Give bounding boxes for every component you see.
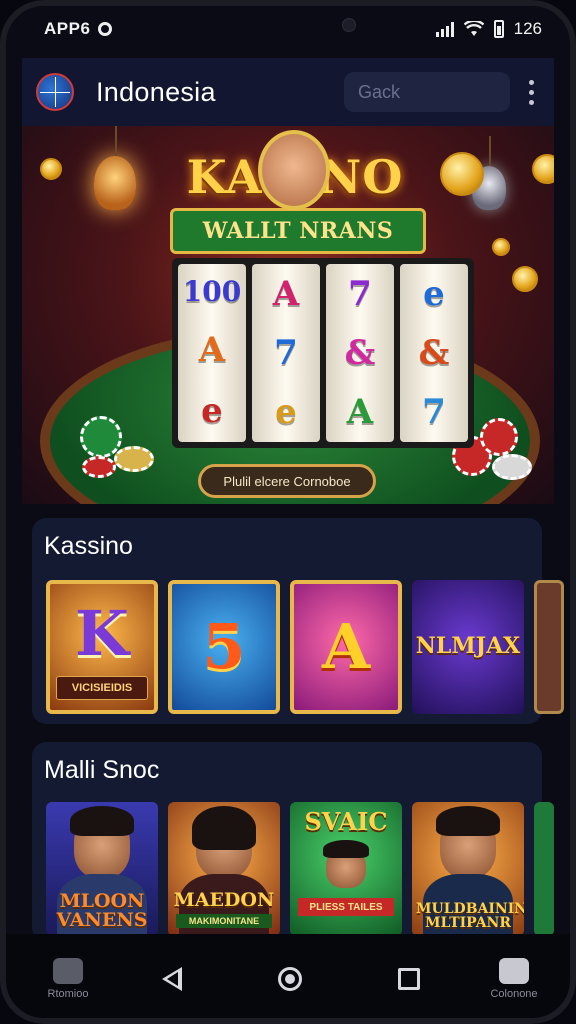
reel-symbol: e [201,391,223,432]
back-icon[interactable] [162,967,182,991]
reel-symbol: A [272,273,300,314]
character-portrait [436,806,500,878]
chip-decoration [480,418,518,456]
reel-symbol: 7 [348,273,372,314]
notification-icon [98,22,113,36]
globe-icon[interactable] [36,73,74,111]
tile-label: K [75,597,129,670]
front-camera [342,18,356,32]
nav-right[interactable]: Colonone [482,958,546,1000]
coin-decoration [512,266,538,292]
tile-caption: VICISIEIDIS [56,676,148,700]
status-right: 126 [435,19,542,39]
game-tile-row: MLOON VANENS MAEDON MAKIMONITANE SVAIC P… [46,802,554,936]
game-tile[interactable]: K VICISIEIDIS [46,580,158,714]
chip-decoration [82,456,116,478]
lamp-decoration [94,126,136,210]
status-app-label: APP6 [44,19,91,38]
status-time: 126 [513,19,542,38]
signal-icon [435,21,454,37]
tile-label: 5 [202,610,246,683]
home-icon[interactable] [278,967,302,991]
hero-cta-button[interactable]: Plulil elcere Cornoboe [198,464,376,498]
wallet-icon[interactable] [499,958,529,984]
system-nav-bar: Rtomioo Colonone [0,934,576,1024]
game-tile[interactable]: NLMJAX [412,580,524,714]
tile-subcaption: MAKIMONITANE [176,914,272,928]
slot-reel: e & 7 [400,264,468,442]
game-tile[interactable]: 5 [168,580,280,714]
nav-center-group [162,967,420,991]
character-portrait [323,840,369,888]
nav-left[interactable]: Rtomioo [36,958,100,1000]
chip-decoration [114,446,154,472]
reel-symbol: A [346,392,374,433]
section-title: Kassino [44,532,133,560]
game-tile[interactable]: A [290,580,402,714]
tile-label: A [321,610,371,683]
game-tile[interactable]: MLOON VANENS [46,802,158,936]
app-bar: Indonesia Gack [22,58,554,126]
reel-symbol: e [275,392,297,433]
coin-decoration [532,154,554,184]
wifi-icon [463,21,484,36]
section-malli-snoc: Malli Snoc MLOON VANENS MAEDON MAKIMONIT… [32,742,554,942]
mascot-face [258,130,330,210]
slot-reel: 7 & A [326,264,394,442]
slot-reels: 100 A e A 7 e 7 & A e & 7 [172,258,474,448]
chip-decoration [492,454,532,480]
more-menu-icon[interactable] [528,79,534,105]
game-tile[interactable]: SVAIC PLIESS TAILES [290,802,402,936]
app-title: Indonesia [96,76,216,107]
recent-apps-icon[interactable] [398,968,420,990]
status-bar: APP6 126 [0,0,576,58]
character-portrait [70,806,134,878]
game-tile-partial[interactable] [534,802,554,936]
nav-left-label: Rtomioo [47,988,89,1000]
tile-caption: SVAIC [304,807,388,836]
battery-icon [493,20,504,38]
coin-decoration [40,158,62,180]
game-tile-row: K VICISIEIDIS 5 A NLMJAX [46,580,564,714]
character-portrait [192,806,256,878]
games-icon[interactable] [53,958,83,984]
search-input[interactable]: Gack [344,72,510,112]
reel-symbol: A [198,329,226,370]
coin-decoration [492,238,510,256]
reel-symbol: 7 [422,392,446,433]
tile-caption: MULDBAININ MLTIPANR [416,901,524,931]
status-left: APP6 [44,19,113,39]
logo-subtitle-banner: WALLT NRANS [170,208,426,254]
reel-symbol: 100 [182,274,242,308]
slot-reel: A 7 e [252,264,320,442]
phone-screen: APP6 126 Indonesia Gack WALLT NRANS 100 … [0,0,576,1024]
reel-symbol: 7 [274,332,298,373]
reel-symbol: & [344,332,376,373]
section-title: Malli Snoc [44,756,160,784]
hero-banner[interactable]: WALLT NRANS KASINO 100 A e A 7 e 7 & A e… [22,126,554,504]
reel-symbol: e [423,273,445,314]
tile-caption: MAEDON [173,889,275,911]
game-tile-partial[interactable] [534,580,564,714]
tile-label: NLMJAX [415,633,521,660]
section-kassino: Kassino K VICISIEIDIS 5 A NLMJAX [32,518,564,724]
tile-subcaption: PLIESS TAILES [298,898,394,916]
tile-caption: MLOON VANENS [56,890,148,931]
game-tile[interactable]: MULDBAININ MLTIPANR [412,802,524,936]
coin-decoration [440,152,484,196]
hero-subtitle: WALLT NRANS [202,218,394,244]
nav-right-label: Colonone [490,988,538,1000]
slot-reel: 100 A e [178,264,246,442]
reel-symbol: & [418,332,450,373]
game-tile[interactable]: MAEDON MAKIMONITANE [168,802,280,936]
